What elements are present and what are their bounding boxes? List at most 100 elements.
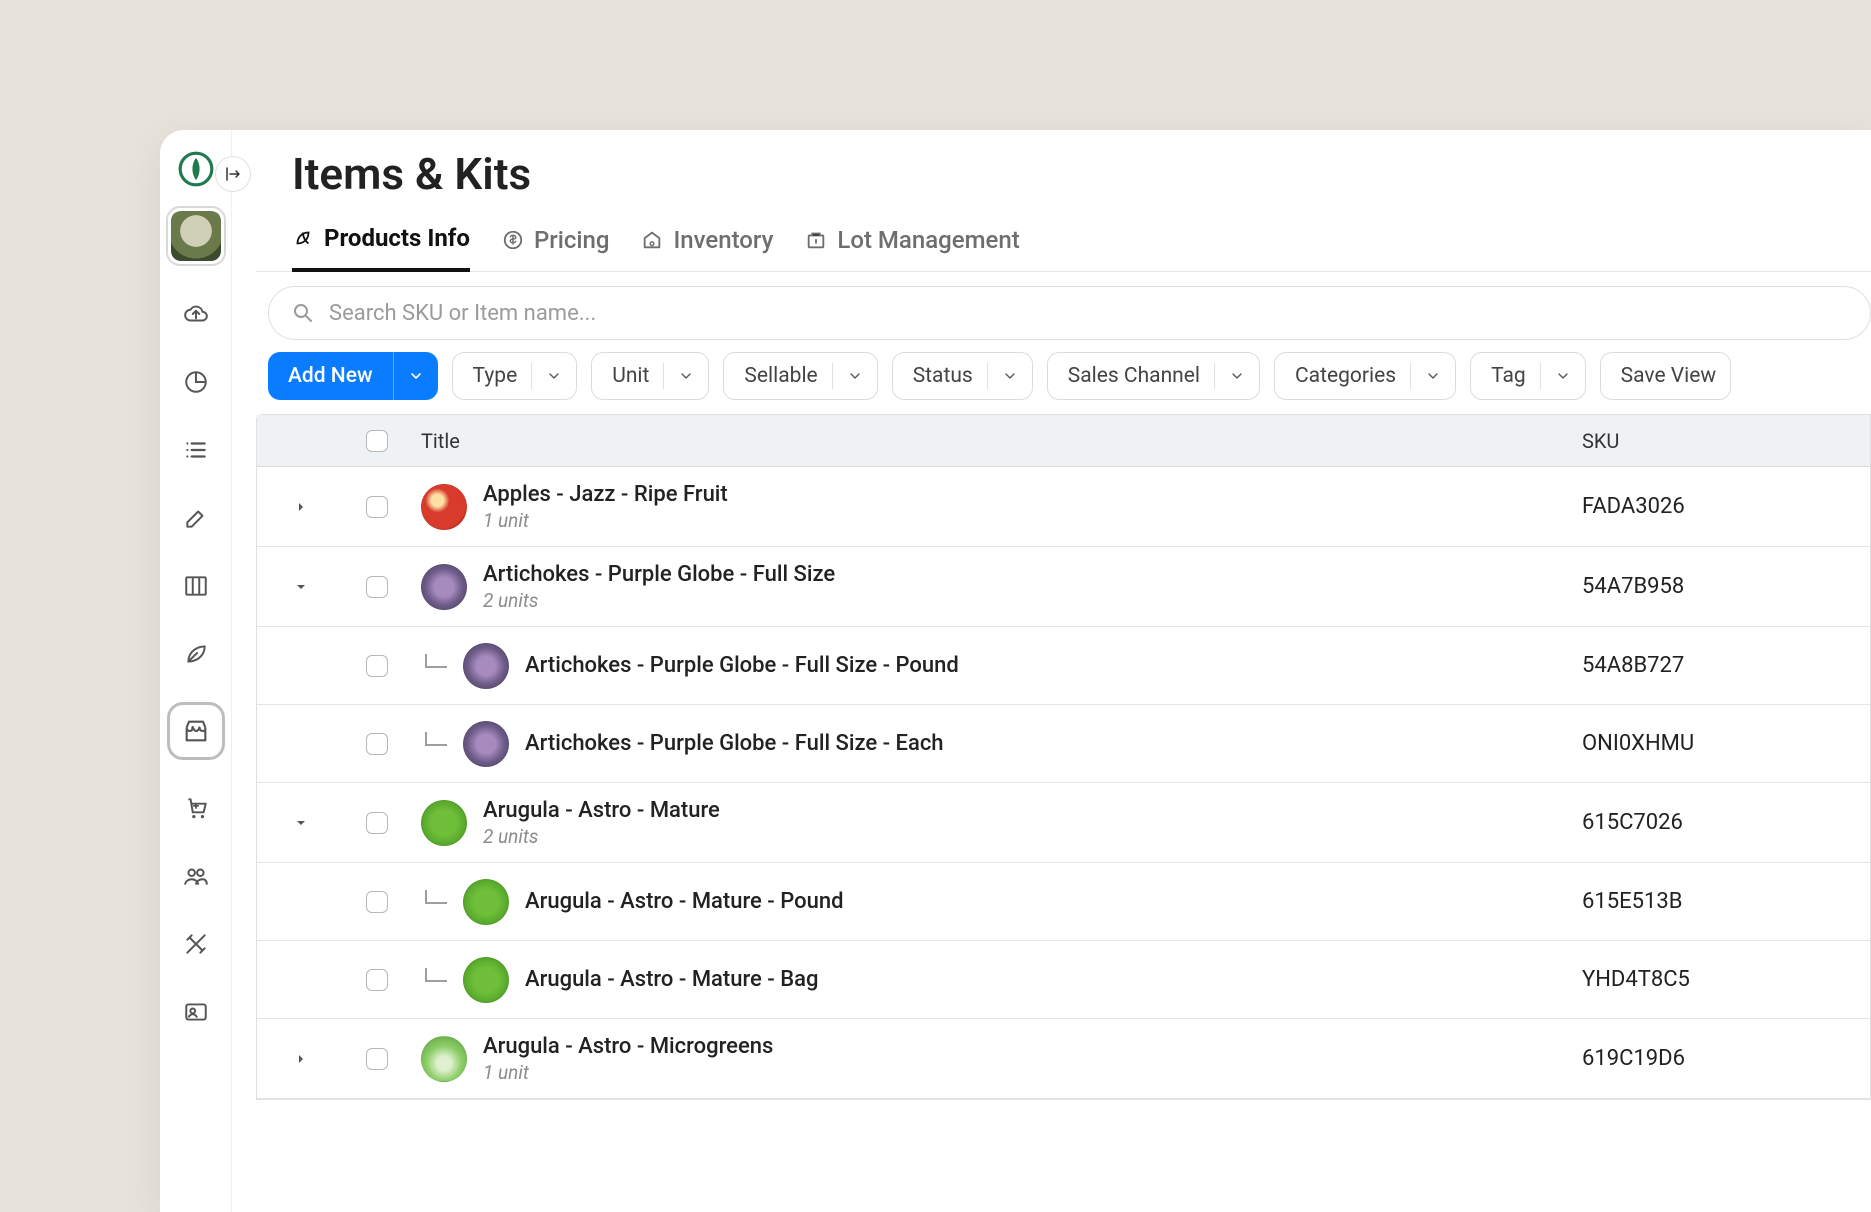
search-input[interactable]: Search SKU or Item name... [268,286,1871,340]
child-indent-icon [425,654,447,668]
filter-unit[interactable]: Unit [591,352,709,400]
product-sku: 54A7B958 [1570,574,1870,599]
chevron-down-icon [1229,368,1245,384]
row-checkbox[interactable] [366,655,388,677]
row-checkbox[interactable] [366,969,388,991]
expand-toggle[interactable] [257,1051,333,1067]
product-sku: FADA3026 [1570,494,1870,519]
row-checkbox[interactable] [366,496,388,518]
table-row[interactable]: Arugula - Astro - Microgreens1 unit619C1… [257,1019,1870,1099]
tab-pricing[interactable]: Pricing [502,224,610,271]
chevron-down-icon [1555,368,1571,384]
row-checkbox[interactable] [366,812,388,834]
sidebar-collapse-button[interactable] [215,156,251,192]
filter-sales-channel[interactable]: Sales Channel [1047,352,1260,400]
list-icon[interactable] [176,430,216,470]
table-row[interactable]: Artichokes - Purple Globe - Full Size - … [257,705,1870,783]
col-sku[interactable]: SKU [1570,429,1870,453]
add-new-label[interactable]: Add New [268,352,393,400]
tab-label: Pricing [534,226,610,254]
sidebar [160,130,232,1212]
filter-tag[interactable]: Tag [1470,352,1586,400]
search-placeholder: Search SKU or Item name... [329,301,596,326]
chevron-down-icon [847,368,863,384]
table-row[interactable]: Arugula - Astro - Mature2 units 615C7026 [257,783,1870,863]
items-table: Title SKU Apples - Jazz - Ripe Fruit1 un… [256,414,1871,1100]
toolbar: Add New Type Unit Sellable Status Sales … [256,352,1871,414]
cart-icon[interactable] [176,788,216,828]
product-title: Arugula - Astro - Mature - Pound [525,888,844,916]
product-thumbnail [421,1036,467,1082]
col-title[interactable]: Title [409,429,1570,453]
product-title: Artichokes - Purple Globe - Full Size [483,561,835,589]
main-content: Items & Kits Products Info Pricing Inven… [232,130,1871,1212]
child-indent-icon [425,890,447,904]
filter-categories[interactable]: Categories [1274,352,1456,400]
workspace-avatar[interactable] [166,206,226,266]
pie-chart-icon[interactable] [176,362,216,402]
product-title: Arugula - Astro - Microgreens [483,1033,773,1061]
tab-lot-management[interactable]: Lot Management [805,224,1019,271]
row-checkbox[interactable] [366,1048,388,1070]
product-sku: YHD4T8C5 [1570,967,1870,992]
product-sku: 615E513B [1570,889,1870,914]
row-checkbox[interactable] [366,891,388,913]
filter-status[interactable]: Status [892,352,1033,400]
store-icon[interactable] [167,702,225,760]
tab-label: Lot Management [837,226,1019,254]
users-icon[interactable] [176,856,216,896]
page-title: Items & Kits [256,130,1871,210]
tab-products-info[interactable]: Products Info [292,224,470,272]
product-units: 1 unit [483,509,728,532]
product-title: Artichokes - Purple Globe - Full Size - … [525,652,959,680]
product-title: Apples - Jazz - Ripe Fruit [483,481,728,509]
app-window: Items & Kits Products Info Pricing Inven… [160,130,1871,1212]
product-title: Artichokes - Purple Globe - Full Size - … [525,730,944,758]
tabs: Products Info Pricing Inventory Lot Mana… [256,210,1871,272]
product-sku: 615C7026 [1570,810,1870,835]
filter-type[interactable]: Type [452,352,578,400]
product-title: Arugula - Astro - Mature [483,797,720,825]
product-thumbnail [463,643,509,689]
product-sku: 54A8B727 [1570,653,1870,678]
columns-icon[interactable] [176,566,216,606]
tab-label: Products Info [324,224,470,252]
row-checkbox[interactable] [366,733,388,755]
table-row[interactable]: Apples - Jazz - Ripe Fruit1 unit FADA3026 [257,467,1870,547]
edit-icon[interactable] [176,498,216,538]
tools-icon[interactable] [176,924,216,964]
table-header: Title SKU [257,415,1870,467]
table-row[interactable]: Arugula - Astro - Mature - Bag YHD4T8C5 [257,941,1870,1019]
save-view-button[interactable]: Save View [1600,352,1732,400]
product-thumbnail [463,957,509,1003]
expand-toggle[interactable] [257,579,333,595]
chevron-down-icon [1002,368,1018,384]
product-sku: ONI0XHMU [1570,731,1870,756]
product-thumbnail [421,484,467,530]
product-units: 1 unit [483,1061,773,1084]
tab-inventory[interactable]: Inventory [641,224,773,271]
contact-card-icon[interactable] [176,992,216,1032]
child-indent-icon [425,968,447,982]
product-thumbnail [421,564,467,610]
table-row[interactable]: Artichokes - Purple Globe - Full Size2 u… [257,547,1870,627]
search-icon [291,301,315,325]
expand-toggle[interactable] [257,499,333,515]
chevron-down-icon [1425,368,1441,384]
add-new-dropdown[interactable] [393,352,438,400]
product-thumbnail [421,800,467,846]
table-row[interactable]: Arugula - Astro - Mature - Pound 615E513B [257,863,1870,941]
row-checkbox[interactable] [366,576,388,598]
product-title: Arugula - Astro - Mature - Bag [525,966,818,994]
select-all-checkbox[interactable] [366,430,388,452]
brand-logo[interactable] [175,148,217,190]
product-units: 2 units [483,825,720,848]
expand-toggle[interactable] [257,815,333,831]
add-new-button[interactable]: Add New [268,352,438,400]
tab-label: Inventory [673,226,773,254]
cloud-upload-icon[interactable] [176,294,216,334]
leaf-icon[interactable] [176,634,216,674]
filter-sellable[interactable]: Sellable [723,352,877,400]
chevron-down-icon [546,368,562,384]
table-row[interactable]: Artichokes - Purple Globe - Full Size - … [257,627,1870,705]
